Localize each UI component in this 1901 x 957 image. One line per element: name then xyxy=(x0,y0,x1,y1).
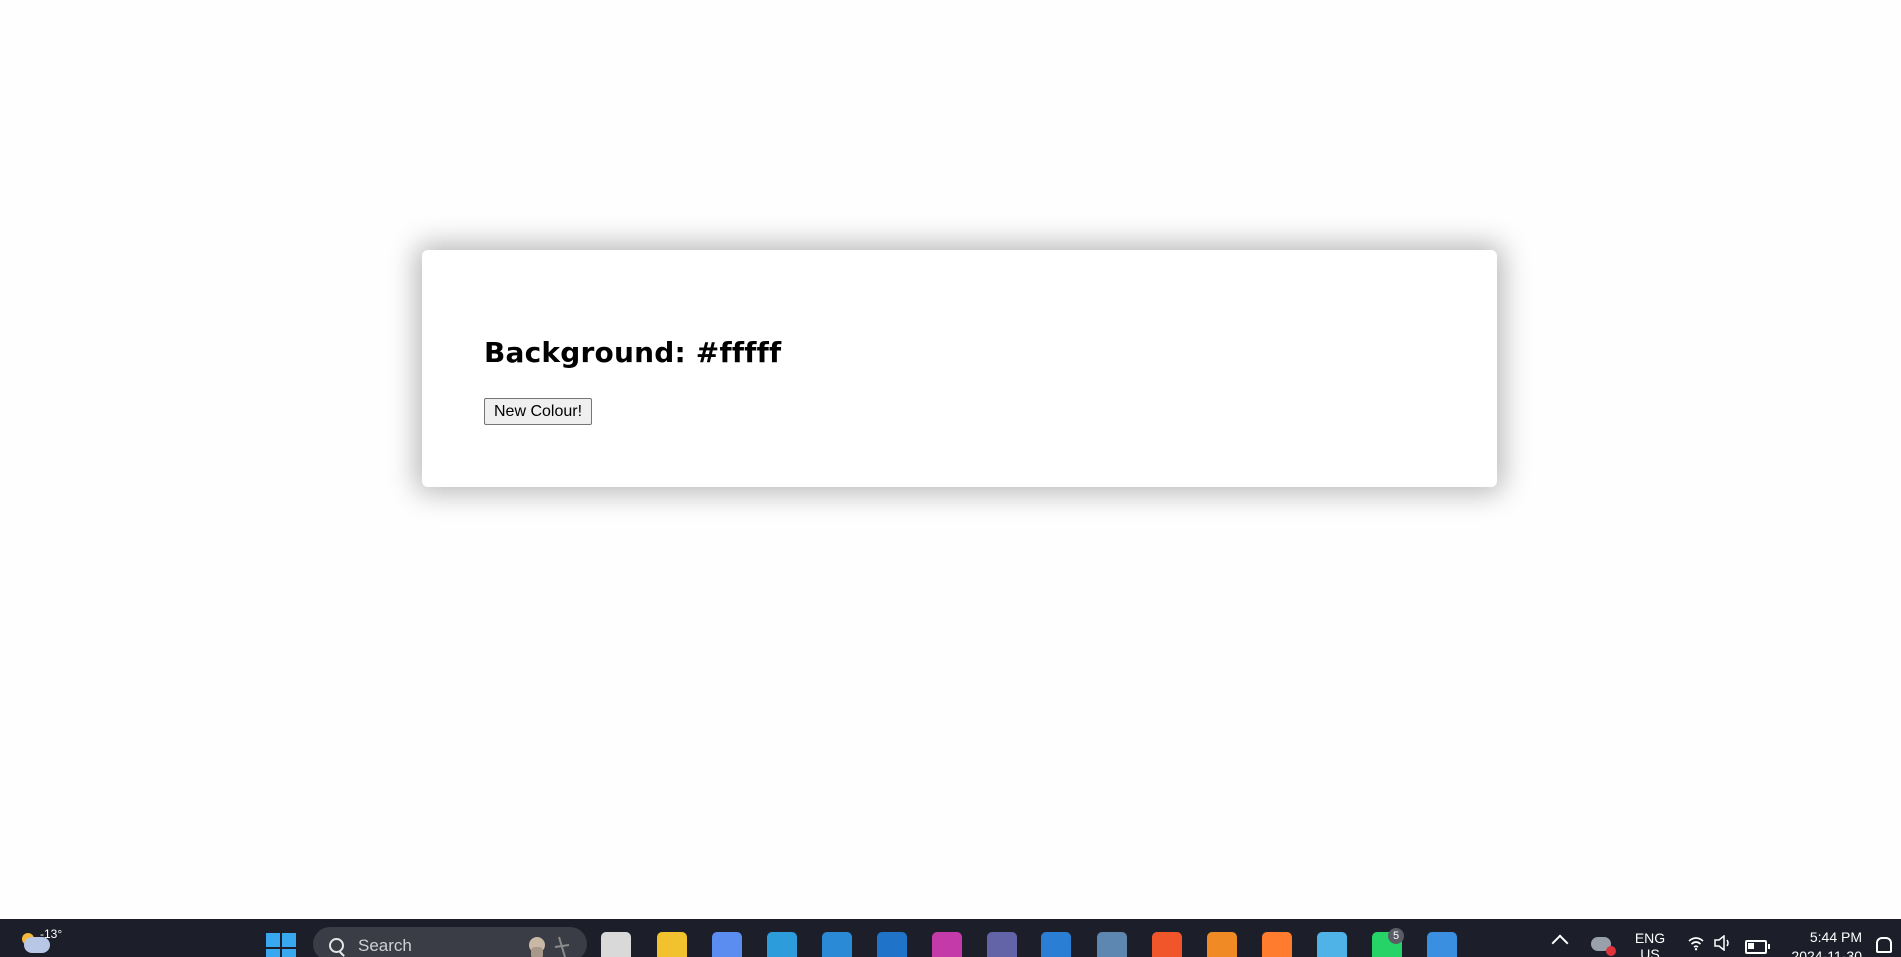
photos-icon[interactable] xyxy=(1427,932,1457,957)
language-indicator[interactable]: ENG US xyxy=(1630,930,1670,957)
help-icon[interactable] xyxy=(767,932,797,957)
vscode-icon[interactable] xyxy=(822,932,852,957)
notification-bell-icon[interactable] xyxy=(1876,937,1892,953)
postgres-icon[interactable] xyxy=(1097,932,1127,957)
start-logo-tile xyxy=(282,933,296,947)
start-button[interactable] xyxy=(266,933,296,957)
search-label: Search xyxy=(358,936,412,955)
keyboard-layout: US xyxy=(1640,946,1660,957)
whatsapp-icon[interactable]: 5 xyxy=(1372,928,1404,957)
clock-date: 2024-11-30 xyxy=(1791,948,1862,957)
new-colour-button[interactable]: New Colour! xyxy=(484,398,593,425)
wifi-icon[interactable] xyxy=(1688,935,1704,951)
volume-icon[interactable] xyxy=(1713,935,1733,951)
desktop-page: Background: #fffff New Colour! -13° Sear… xyxy=(0,0,1901,957)
start-logo-tile xyxy=(266,949,280,957)
search-icon xyxy=(329,938,344,953)
outlook-icon[interactable] xyxy=(877,932,907,957)
color-card: Background: #fffff New Colour! xyxy=(422,250,1497,487)
battery-icon[interactable] xyxy=(1745,940,1770,954)
editor-icon[interactable] xyxy=(1041,932,1071,957)
weather-widget[interactable]: -13° xyxy=(18,927,88,957)
brave-icon[interactable] xyxy=(1152,932,1182,957)
search-highlight-icon xyxy=(529,936,570,957)
xampp-icon[interactable] xyxy=(1207,932,1237,957)
taskbar-search[interactable]: Search xyxy=(313,927,587,957)
language-code: ENG xyxy=(1634,930,1666,946)
show-hidden-icons-chevron-icon[interactable] xyxy=(1551,934,1569,952)
notepad-icon[interactable] xyxy=(1317,932,1347,957)
taskbar: -13° Search 5 ENG US 5:44 PM 2024-11-30 xyxy=(0,919,1901,957)
start-logo-tile xyxy=(266,933,280,947)
weather-temperature: -13° xyxy=(40,927,63,941)
instagram-icon[interactable] xyxy=(932,932,962,957)
start-logo-tile xyxy=(282,949,296,957)
clock[interactable]: 5:44 PM 2024-11-30 xyxy=(1782,928,1862,957)
clock-time: 5:44 PM xyxy=(1809,929,1862,945)
copilot-icon[interactable] xyxy=(712,932,742,957)
teams-icon[interactable] xyxy=(987,932,1017,957)
onedrive-error-icon[interactable] xyxy=(1591,937,1616,956)
background-heading: Background: #fffff xyxy=(484,336,782,369)
task-view-icon[interactable] xyxy=(601,932,631,957)
file-explorer-icon[interactable] xyxy=(657,932,687,957)
notification-count-badge: 5 xyxy=(1388,928,1404,944)
firefox-icon[interactable] xyxy=(1262,932,1292,957)
